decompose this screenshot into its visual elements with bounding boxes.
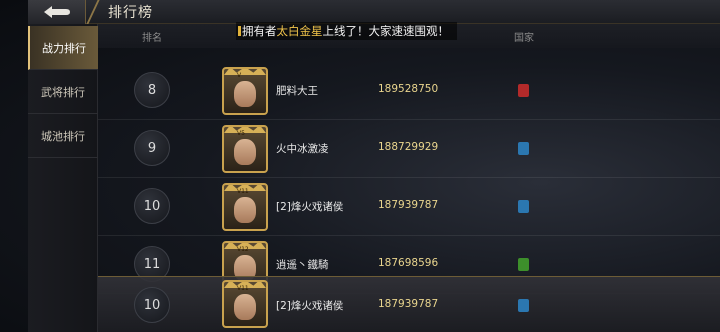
vip-badge: V — [237, 72, 242, 79]
broadcast-highlight: 太白金星 — [276, 24, 323, 38]
player-avatar: V — [222, 67, 268, 115]
broadcast-marker — [238, 26, 241, 36]
vip-badge: V11 — [237, 285, 249, 292]
crown-icon — [224, 127, 266, 133]
broadcast-prefix: 拥有者 — [242, 24, 277, 38]
sidebar-item-label: 武将排行 — [41, 85, 85, 99]
power-value: 187939787 — [378, 298, 439, 310]
rank-badge: 10 — [134, 188, 170, 224]
table-row[interactable]: 10 V11 [2]烽火戏诸侯 187939787 — [98, 178, 720, 236]
portrait — [234, 197, 256, 223]
vip-badge: V12 — [237, 246, 249, 253]
rank-badge: 8 — [134, 72, 170, 108]
sidebar-item-power-rank[interactable]: 战力排行 — [28, 26, 98, 70]
player-name: [2]烽火戏诸侯 — [276, 300, 344, 312]
portrait — [234, 81, 256, 107]
my-rank-row[interactable]: 10 V11 [2]烽火戏诸侯 187939787 — [98, 276, 720, 332]
page-title: 排行榜 — [108, 5, 153, 21]
broadcast-banner: 拥有者太白金星上线了！大家速速围观！ — [236, 22, 457, 40]
vip-badge: V11 — [237, 188, 249, 195]
player-name: 火中冰激凌 — [276, 143, 329, 155]
nation-shu-icon — [518, 258, 529, 271]
player-avatar: V11 — [222, 280, 268, 328]
power-value: 187698596 — [378, 257, 439, 269]
portrait — [234, 294, 256, 320]
table-row[interactable]: 9 V5 火中冰激凌 188729929 — [98, 120, 720, 178]
nation-wei-icon — [518, 200, 529, 213]
power-value: 189528750 — [378, 83, 439, 95]
crown-icon — [224, 69, 266, 75]
back-button[interactable] — [28, 0, 86, 24]
broadcast-suffix: 上线了！大家速速围观！ — [322, 24, 450, 38]
portrait — [234, 139, 256, 165]
nation-wu-icon — [518, 84, 529, 97]
power-value: 188729929 — [378, 141, 439, 153]
rank-badge: 9 — [134, 130, 170, 166]
sidebar: 战力排行 武将排行 城池排行 — [28, 24, 98, 332]
sidebar-item-city-rank[interactable]: 城池排行 — [28, 114, 98, 158]
table-row[interactable]: 8 V 肥料大王 189528750 — [98, 62, 720, 120]
player-name: 肥料大王 — [276, 85, 318, 97]
nation-wei-icon — [518, 142, 529, 155]
sidebar-item-label: 战力排行 — [42, 41, 86, 55]
player-name: 逍遥丶鐵騎 — [276, 259, 329, 271]
player-name: [2]烽火戏诸侯 — [276, 201, 344, 213]
back-arrow-icon — [43, 6, 70, 18]
sidebar-item-general-rank[interactable]: 武将排行 — [28, 70, 98, 114]
player-avatar: V11 — [222, 183, 268, 231]
vip-badge: V5 — [237, 130, 245, 137]
column-header-nation: 国家 — [514, 33, 534, 44]
nation-wei-icon — [518, 299, 529, 312]
rank-badge: 10 — [134, 287, 170, 323]
power-value: 187939787 — [378, 199, 439, 211]
sidebar-item-label: 城池排行 — [41, 129, 85, 143]
column-header-rank: 排名 — [142, 33, 162, 44]
player-avatar: V5 — [222, 125, 268, 173]
